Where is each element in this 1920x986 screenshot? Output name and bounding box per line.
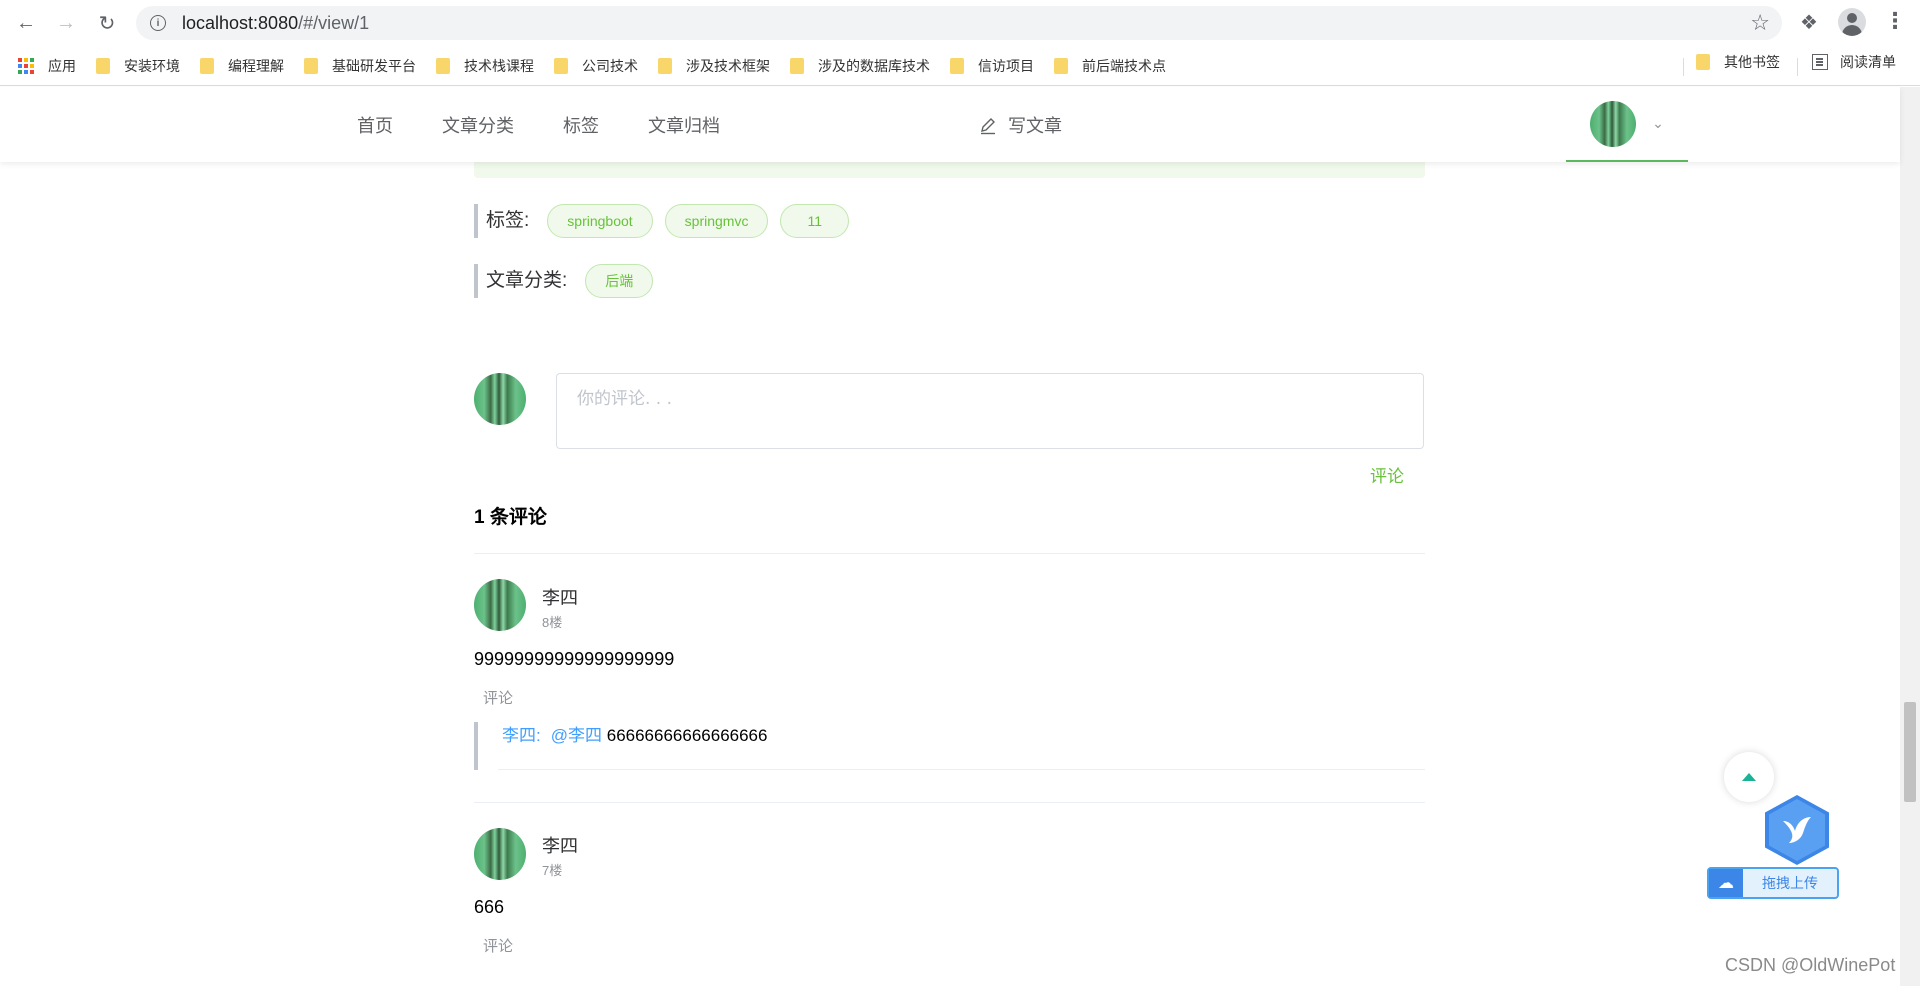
article-tags-row: 标签: springboot springmvc 11 bbox=[474, 204, 861, 238]
comment-author: 李四 bbox=[542, 588, 578, 608]
folder-icon bbox=[436, 57, 450, 74]
comments-count: 1 条评论 bbox=[474, 507, 547, 528]
apps-grid-icon bbox=[18, 57, 34, 74]
reply-line: 李四: @李四 66666666666666666 bbox=[502, 722, 767, 750]
nav-home[interactable]: 首页 bbox=[357, 112, 393, 138]
nav-categories[interactable]: 文章分类 bbox=[442, 112, 514, 138]
reply-item: 李四: @李四 66666666666666666 bbox=[474, 722, 1425, 770]
divider bbox=[474, 802, 1425, 803]
tag-chip[interactable]: springboot bbox=[547, 204, 653, 238]
comment-content: 666 bbox=[474, 897, 505, 917]
site-header: 首页 文章分类 标签 文章归档 写文章 ⌄ bbox=[0, 87, 1900, 162]
nav-tags[interactable]: 标签 bbox=[563, 112, 599, 138]
site-info-icon[interactable]: i bbox=[150, 15, 166, 31]
scrollbar-thumb[interactable] bbox=[1904, 702, 1916, 802]
upload-widget[interactable]: ☁ 拖拽上传 bbox=[1707, 795, 1839, 900]
bookmark-folder[interactable]: 涉及技术框架 bbox=[650, 52, 778, 80]
bookmark-apps[interactable]: 应用 bbox=[10, 52, 84, 80]
watermark: CSDN @OldWinePot bbox=[1725, 955, 1896, 975]
reading-list[interactable]: 阅读清单 bbox=[1812, 52, 1896, 72]
bookmark-folder[interactable]: 公司技术 bbox=[546, 52, 646, 80]
comment-reply-button[interactable]: 评论 bbox=[483, 935, 513, 956]
user-avatar bbox=[1590, 100, 1637, 147]
chevron-down-icon: ⌄ bbox=[1652, 115, 1664, 131]
bird-logo-icon bbox=[1765, 795, 1829, 865]
upload-bar[interactable]: ☁ 拖拽上传 bbox=[1707, 867, 1839, 899]
submit-comment-button[interactable]: 评论 bbox=[1370, 462, 1404, 487]
comment-floor: 7楼 bbox=[542, 863, 563, 878]
reading-list-icon bbox=[1812, 54, 1828, 70]
tag-chip[interactable]: 11 bbox=[780, 204, 850, 238]
bookmark-folder[interactable]: 涉及的数据库技术 bbox=[782, 52, 938, 80]
bookmark-folder[interactable]: 编程理解 bbox=[192, 52, 292, 80]
page-scrollbar[interactable] bbox=[1900, 87, 1920, 986]
folder-icon bbox=[790, 57, 804, 74]
bookmark-folder[interactable]: 信访项目 bbox=[942, 52, 1042, 80]
reply-mention[interactable]: @李四 bbox=[551, 726, 602, 745]
reply-author[interactable]: 李四: bbox=[502, 726, 541, 745]
comment-content: 99999999999999999999 bbox=[474, 649, 675, 669]
comment-avatar bbox=[474, 579, 526, 631]
reload-icon[interactable]: ↻ bbox=[87, 3, 127, 43]
folder-icon bbox=[950, 57, 964, 74]
folder-icon bbox=[200, 57, 214, 74]
comment-author: 李四 bbox=[542, 836, 578, 856]
bookmark-folder[interactable]: 技术栈课程 bbox=[428, 52, 542, 80]
forward-icon[interactable]: → bbox=[46, 3, 86, 43]
tags-label: 标签: bbox=[474, 204, 529, 238]
back-icon[interactable]: ← bbox=[6, 3, 46, 43]
nav-archive[interactable]: 文章归档 bbox=[648, 112, 720, 138]
folder-icon bbox=[96, 57, 110, 74]
bookmarks-divider bbox=[1683, 58, 1684, 76]
divider bbox=[498, 769, 1425, 770]
upload-label: 拖拽上传 bbox=[1762, 875, 1818, 891]
tag-chip[interactable]: springmvc bbox=[664, 204, 769, 238]
folder-icon bbox=[1054, 57, 1068, 74]
bird-icon bbox=[1783, 817, 1811, 843]
main-nav: 首页 文章分类 标签 文章归档 bbox=[357, 87, 769, 162]
folder-icon bbox=[554, 57, 568, 74]
category-chip[interactable]: 后端 bbox=[585, 264, 654, 298]
bookmark-folder[interactable]: 前后端技术点 bbox=[1046, 52, 1174, 80]
write-article-button[interactable]: 写文章 bbox=[978, 112, 1062, 138]
address-bar[interactable]: i localhost:8080/#/view/1 ☆ bbox=[136, 6, 1782, 40]
folder-icon bbox=[1696, 54, 1710, 70]
comment-floor: 8楼 bbox=[542, 615, 563, 630]
current-user-avatar bbox=[474, 373, 526, 425]
pen-icon bbox=[981, 118, 995, 135]
reply-content: 66666666666666666 bbox=[606, 726, 768, 745]
comment-input[interactable]: 你的评论. . . bbox=[556, 373, 1424, 449]
bookmark-folder[interactable]: 安装环境 bbox=[88, 52, 188, 80]
browser-toolbar: ← → ↻ i localhost:8080/#/view/1 ☆ ❖ ⋮ bbox=[0, 0, 1920, 46]
category-label: 文章分类: bbox=[474, 264, 567, 298]
article-category-row: 文章分类: 后端 bbox=[474, 264, 665, 298]
extensions-icon[interactable]: ❖ bbox=[1800, 10, 1818, 35]
profile-icon[interactable] bbox=[1838, 8, 1866, 36]
comment-reply-button[interactable]: 评论 bbox=[483, 687, 513, 708]
url-text[interactable]: localhost:8080/#/view/1 bbox=[182, 13, 369, 34]
comment-avatar bbox=[474, 828, 526, 880]
bookmark-star-icon[interactable]: ☆ bbox=[1750, 10, 1770, 36]
bookmarks-bar: 应用 安装环境 编程理解 基础研发平台 技术栈课程 公司技术 涉及技术框架 涉及… bbox=[0, 46, 1920, 86]
cloud-icon: ☁ bbox=[1709, 869, 1743, 897]
folder-icon bbox=[304, 57, 318, 74]
arrow-up-icon bbox=[1742, 773, 1756, 781]
folder-icon bbox=[658, 57, 672, 74]
user-menu[interactable]: ⌄ bbox=[1566, 87, 1688, 162]
more-menu-icon[interactable]: ⋮ bbox=[1884, 8, 1906, 34]
divider bbox=[474, 553, 1425, 554]
other-bookmarks[interactable]: 其他书签 bbox=[1696, 52, 1780, 72]
bookmark-folder[interactable]: 基础研发平台 bbox=[296, 52, 424, 80]
bookmarks-divider bbox=[1797, 58, 1798, 76]
